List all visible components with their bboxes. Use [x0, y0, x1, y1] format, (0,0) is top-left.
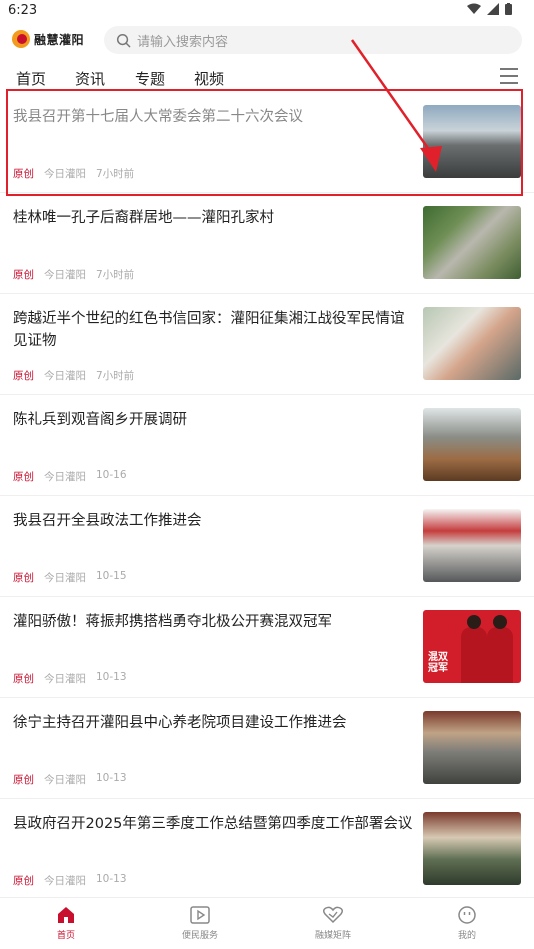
original-tag: 原创 — [13, 572, 34, 584]
nav-profile[interactable]: 我的 — [427, 906, 507, 941]
nav-services[interactable]: 便民服务 — [160, 906, 240, 941]
news-meta: 原创 今日灌阳 7小时前 — [13, 267, 134, 282]
tab-news[interactable]: 资讯 — [75, 68, 105, 89]
status-bar: 6:23 — [0, 0, 534, 22]
news-meta: 原创 今日灌阳 10-13 — [13, 671, 127, 686]
news-thumbnail — [423, 105, 521, 178]
news-meta: 原创 今日灌阳 10-15 — [13, 570, 127, 585]
smiley-icon — [458, 906, 476, 924]
news-title: 跨越近半个世纪的红色书信回家：灌阳征集湘江战役军民情谊见证物 — [13, 311, 405, 349]
original-tag: 原创 — [13, 875, 34, 887]
news-source: 今日灌阳 — [44, 774, 86, 786]
news-item[interactable]: 灌阳骄傲！蒋振邦携搭档勇夺北极公开赛混双冠军 原创 今日灌阳 10-13 混双 冠军 — [0, 597, 534, 698]
news-title: 县政府召开2025年第三季度工作总结暨第四季度工作部署会议 — [13, 816, 413, 832]
news-thumbnail: 混双 冠军 — [423, 610, 521, 683]
wifi-icon — [467, 3, 481, 14]
news-item[interactable]: 我县召开全县政法工作推进会 原创 今日灌阳 10-15 — [0, 496, 534, 597]
news-thumbnail — [423, 812, 521, 885]
original-tag: 原创 — [13, 370, 34, 382]
news-item[interactable]: 县政府召开2025年第三季度工作总结暨第四季度工作部署会议 原创 今日灌阳 10-1… — [0, 799, 534, 900]
news-meta: 原创 今日灌阳 10-13 — [13, 772, 127, 787]
tab-video[interactable]: 视频 — [194, 68, 224, 89]
news-title: 我县召开第十七届人大常委会第二十六次会议 — [13, 109, 303, 125]
news-source: 今日灌阳 — [44, 471, 86, 483]
app-name: 融慧灌阳 — [34, 32, 85, 47]
original-tag: 原创 — [13, 269, 34, 281]
original-tag: 原创 — [13, 471, 34, 483]
news-source: 今日灌阳 — [44, 572, 86, 584]
nav-home[interactable]: 首页 — [26, 906, 106, 941]
channel-menu-icon[interactable] — [500, 68, 518, 84]
battery-icon — [505, 3, 512, 15]
news-source: 今日灌阳 — [44, 269, 86, 281]
nav-media-matrix[interactable]: 融媒矩阵 — [293, 906, 373, 941]
news-time: 10-13 — [96, 772, 127, 784]
tab-topics[interactable]: 专题 — [135, 68, 165, 89]
news-thumbnail — [423, 711, 521, 784]
news-source: 今日灌阳 — [44, 168, 86, 180]
search-placeholder: 请输入搜索内容 — [137, 34, 229, 50]
news-title: 徐宁主持召开灌阳县中心养老院项目建设工作推进会 — [13, 715, 347, 731]
news-thumbnail — [423, 408, 521, 481]
news-time: 10-13 — [96, 873, 127, 885]
news-thumbnail — [423, 509, 521, 582]
news-item[interactable]: 陈礼兵到观音阁乡开展调研 原创 今日灌阳 10-16 — [0, 395, 534, 496]
home-icon — [58, 907, 74, 923]
news-thumbnail — [423, 206, 521, 279]
news-time: 10-13 — [96, 671, 127, 683]
news-item[interactable]: 徐宁主持召开灌阳县中心养老院项目建设工作推进会 原创 今日灌阳 10-13 — [0, 698, 534, 799]
nav-label: 首页 — [56, 931, 75, 941]
news-source: 今日灌阳 — [44, 673, 86, 685]
news-source: 今日灌阳 — [44, 370, 86, 382]
play-square-icon — [190, 906, 210, 924]
news-item[interactable]: 跨越近半个世纪的红色书信回家：灌阳征集湘江战役军民情谊见证物 原创 今日灌阳 7小时… — [0, 294, 534, 395]
heart-link-icon — [322, 906, 344, 924]
news-meta: 原创 今日灌阳 7小时前 — [13, 166, 134, 181]
nav-label: 融媒矩阵 — [314, 931, 351, 941]
status-icons — [467, 3, 512, 15]
news-title: 桂林唯一孔子后裔群居地——灌阳孔家村 — [13, 210, 274, 226]
news-time: 7小时前 — [96, 370, 135, 382]
news-title: 灌阳骄傲！蒋振邦携搭档勇夺北极公开赛混双冠军 — [13, 614, 332, 630]
news-time: 7小时前 — [96, 168, 135, 180]
news-thumbnail — [423, 307, 521, 380]
thumbnail-caption: 混双 冠军 — [428, 652, 448, 674]
news-meta: 原创 今日灌阳 10-13 — [13, 873, 127, 888]
channel-tabs: 首页 资讯 专题 视频 — [0, 64, 534, 90]
bottom-nav: 首页 便民服务 融媒矩阵 我的 — [0, 897, 534, 949]
news-item[interactable]: 桂林唯一孔子后裔群居地——灌阳孔家村 原创 今日灌阳 7小时前 — [0, 193, 534, 294]
news-title: 我县召开全县政法工作推进会 — [13, 513, 202, 529]
original-tag: 原创 — [13, 673, 34, 685]
search-bar[interactable]: 请输入搜索内容 — [104, 26, 522, 54]
news-meta: 原创 今日灌阳 10-16 — [13, 469, 127, 484]
news-item[interactable]: 我县召开第十七届人大常委会第二十六次会议 原创 今日灌阳 7小时前 — [0, 92, 534, 193]
original-tag: 原创 — [13, 774, 34, 786]
nav-label: 我的 — [457, 931, 476, 941]
news-title: 陈礼兵到观音阁乡开展调研 — [13, 412, 187, 428]
original-tag: 原创 — [13, 168, 34, 180]
news-time: 10-15 — [96, 570, 127, 582]
nav-label: 便民服务 — [181, 931, 218, 941]
news-meta: 原创 今日灌阳 7小时前 — [13, 368, 134, 383]
signal-icon — [487, 3, 499, 15]
app-logo: 融慧灌阳 — [12, 30, 84, 48]
tab-home[interactable]: 首页 — [16, 68, 46, 89]
search-icon — [116, 33, 131, 47]
news-time: 10-16 — [96, 469, 127, 481]
logo-mark-icon — [12, 30, 30, 48]
status-time: 6:23 — [8, 3, 38, 18]
news-time: 7小时前 — [96, 269, 135, 281]
news-source: 今日灌阳 — [44, 875, 86, 887]
app-header: 融慧灌阳 请输入搜索内容 — [0, 22, 534, 58]
